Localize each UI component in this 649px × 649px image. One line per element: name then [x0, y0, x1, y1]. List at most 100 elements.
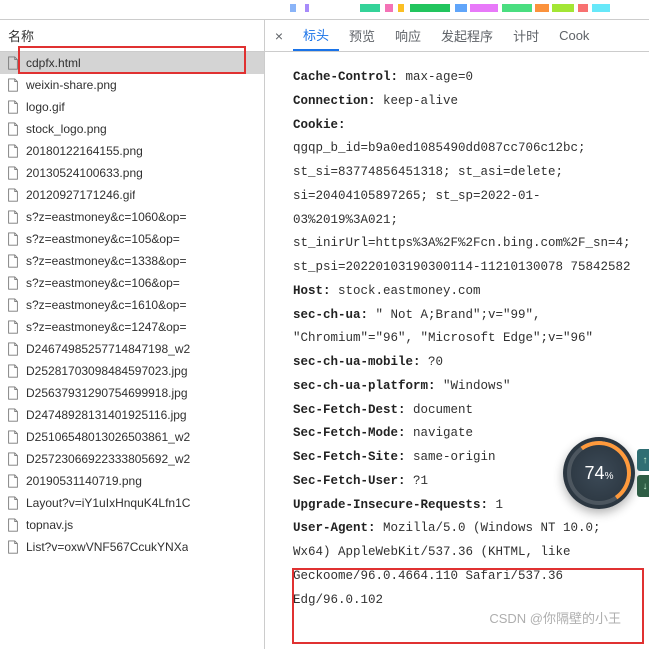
file-name: s?z=eastmoney&c=105&op= — [26, 232, 180, 246]
header-name: Sec-Fetch-Dest: — [293, 403, 406, 417]
tab-计时[interactable]: 计时 — [503, 20, 549, 51]
tab-标头[interactable]: 标头 — [293, 20, 339, 51]
file-name: s?z=eastmoney&c=106&op= — [26, 276, 180, 290]
widget-side-buttons: ↑ ↓ — [637, 449, 649, 497]
file-row[interactable]: D24748928131401925116.jpg — [0, 404, 264, 426]
document-icon — [6, 188, 20, 202]
header-value: same-origin — [406, 450, 496, 464]
file-row[interactable]: 20180122164155.png — [0, 140, 264, 162]
file-row[interactable]: D25281703098484597023.jpg — [0, 360, 264, 382]
file-row[interactable]: D25723066922333805692_w2 — [0, 448, 264, 470]
document-icon — [6, 144, 20, 158]
waterfall-bar — [398, 4, 404, 12]
header-value: document — [406, 403, 474, 417]
document-icon — [6, 320, 20, 334]
document-icon — [6, 298, 20, 312]
file-name: stock_logo.png — [26, 122, 107, 136]
file-row[interactable]: s?z=eastmoney&c=1247&op= — [0, 316, 264, 338]
document-icon — [6, 276, 20, 290]
waterfall-bar — [535, 4, 549, 12]
file-row[interactable]: weixin-share.png — [0, 74, 264, 96]
details-tab-bar: × 标头预览响应发起程序计时Cook — [265, 20, 649, 52]
file-name: topnav.js — [26, 518, 73, 532]
file-name: s?z=eastmoney&c=1247&op= — [26, 320, 186, 334]
file-row[interactable]: D24674985257714847198_w2 — [0, 338, 264, 360]
header-row: Connection: keep-alive — [293, 90, 643, 114]
document-icon — [6, 408, 20, 422]
file-row[interactable]: s?z=eastmoney&c=106&op= — [0, 272, 264, 294]
header-row: User-Agent: Mozilla/5.0 (Windows NT 10.0… — [293, 517, 643, 612]
document-icon — [6, 232, 20, 246]
header-row: sec-ch-ua-platform: "Windows" — [293, 375, 643, 399]
document-icon — [6, 122, 20, 136]
file-name: weixin-share.png — [26, 78, 117, 92]
file-row[interactable]: 20190531140719.png — [0, 470, 264, 492]
file-row[interactable]: D25106548013026503861_w2 — [0, 426, 264, 448]
header-value: max-age=0 — [398, 70, 473, 84]
close-icon[interactable]: × — [265, 28, 293, 44]
file-row[interactable]: topnav.js — [0, 514, 264, 536]
file-row[interactable]: stock_logo.png — [0, 118, 264, 140]
header-name: sec-ch-ua: — [293, 308, 368, 322]
column-header-name[interactable]: 名称 — [0, 20, 264, 52]
waterfall-bar — [290, 4, 296, 12]
header-row: Cookie: qgqp_b_id=b9a0ed1085490dd087cc70… — [293, 114, 643, 280]
file-name: logo.gif — [26, 100, 65, 114]
network-waterfall — [0, 0, 649, 20]
file-name: 20190531140719.png — [26, 474, 142, 488]
header-name: Upgrade-Insecure-Requests: — [293, 498, 488, 512]
file-name: D25281703098484597023.jpg — [26, 364, 188, 378]
file-name: 20120927171246.gif — [26, 188, 135, 202]
performance-widget[interactable]: 74% ↑ ↓ — [563, 437, 635, 509]
waterfall-bar — [592, 4, 610, 12]
file-list-panel: 名称 cdpfx.html weixin-share.png logo.gif sto… — [0, 20, 265, 649]
document-icon — [6, 254, 20, 268]
tab-Cook[interactable]: Cook — [549, 20, 599, 51]
document-icon — [6, 166, 20, 180]
header-name: Cache-Control: — [293, 70, 398, 84]
file-row[interactable]: List?v=oxwVNF567CcukYNXa — [0, 536, 264, 558]
document-icon — [6, 386, 20, 400]
header-value: keep-alive — [376, 94, 459, 108]
header-row: Host: stock.eastmoney.com — [293, 280, 643, 304]
file-name: D24674985257714847198_w2 — [26, 342, 190, 356]
file-row[interactable]: s?z=eastmoney&c=1610&op= — [0, 294, 264, 316]
header-value: "Windows" — [436, 379, 511, 393]
waterfall-bar — [305, 4, 309, 12]
file-name: D25637931290754699918.jpg — [26, 386, 188, 400]
header-value: qgqp_b_id=b9a0ed1085490dd087cc706c12bc; … — [293, 141, 631, 274]
header-value: stock.eastmoney.com — [331, 284, 481, 298]
arrow-down-icon[interactable]: ↓ — [637, 475, 649, 497]
file-row[interactable]: D25637931290754699918.jpg — [0, 382, 264, 404]
header-name: Cookie: — [293, 118, 346, 132]
file-name: List?v=oxwVNF567CcukYNXa — [26, 540, 188, 554]
tab-发起程序[interactable]: 发起程序 — [431, 20, 503, 51]
tab-响应[interactable]: 响应 — [385, 20, 431, 51]
document-icon — [6, 100, 20, 114]
file-row[interactable]: s?z=eastmoney&c=1060&op= — [0, 206, 264, 228]
header-value: ?0 — [421, 355, 444, 369]
header-name: Sec-Fetch-Mode: — [293, 426, 406, 440]
file-row[interactable]: 20130524100633.png — [0, 162, 264, 184]
document-icon — [6, 364, 20, 378]
file-name: D25106548013026503861_w2 — [26, 430, 190, 444]
file-row[interactable]: cdpfx.html — [0, 52, 264, 74]
waterfall-bar — [410, 4, 450, 12]
file-row[interactable]: Layout?v=iY1uIxHnquK4Lfn1C — [0, 492, 264, 514]
header-name: User-Agent: — [293, 521, 376, 535]
header-name: Sec-Fetch-User: — [293, 474, 406, 488]
file-row[interactable]: 20120927171246.gif — [0, 184, 264, 206]
arrow-up-icon[interactable]: ↑ — [637, 449, 649, 471]
waterfall-bar — [360, 4, 380, 12]
file-row[interactable]: s?z=eastmoney&c=1338&op= — [0, 250, 264, 272]
header-name: Sec-Fetch-Site: — [293, 450, 406, 464]
tab-预览[interactable]: 预览 — [339, 20, 385, 51]
file-name: Layout?v=iY1uIxHnquK4Lfn1C — [26, 496, 190, 510]
header-value: 1 — [488, 498, 503, 512]
file-row[interactable]: logo.gif — [0, 96, 264, 118]
file-row[interactable]: s?z=eastmoney&c=105&op= — [0, 228, 264, 250]
file-name: s?z=eastmoney&c=1338&op= — [26, 254, 186, 268]
file-name: D24748928131401925116.jpg — [26, 408, 187, 422]
file-name: 20180122164155.png — [26, 144, 143, 158]
waterfall-bar — [470, 4, 498, 12]
